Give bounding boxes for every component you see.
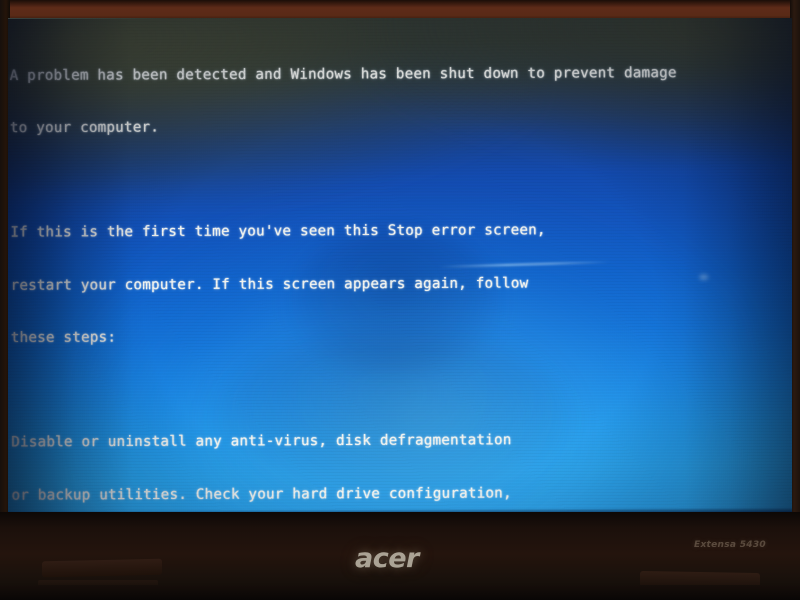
photo-sensor-noise: [8, 18, 792, 514]
model-badge: Extensa 5430: [694, 540, 766, 550]
laptop-screen: A problem has been detected and Windows …: [8, 18, 792, 514]
laptop-photo: A problem has been detected and Windows …: [0, 0, 800, 600]
acer-logo: acer: [355, 543, 419, 574]
chassis-lower-edge: [0, 585, 800, 600]
screen-surface: A problem has been detected and Windows …: [8, 18, 792, 514]
hinge-cover-left: [42, 558, 162, 578]
